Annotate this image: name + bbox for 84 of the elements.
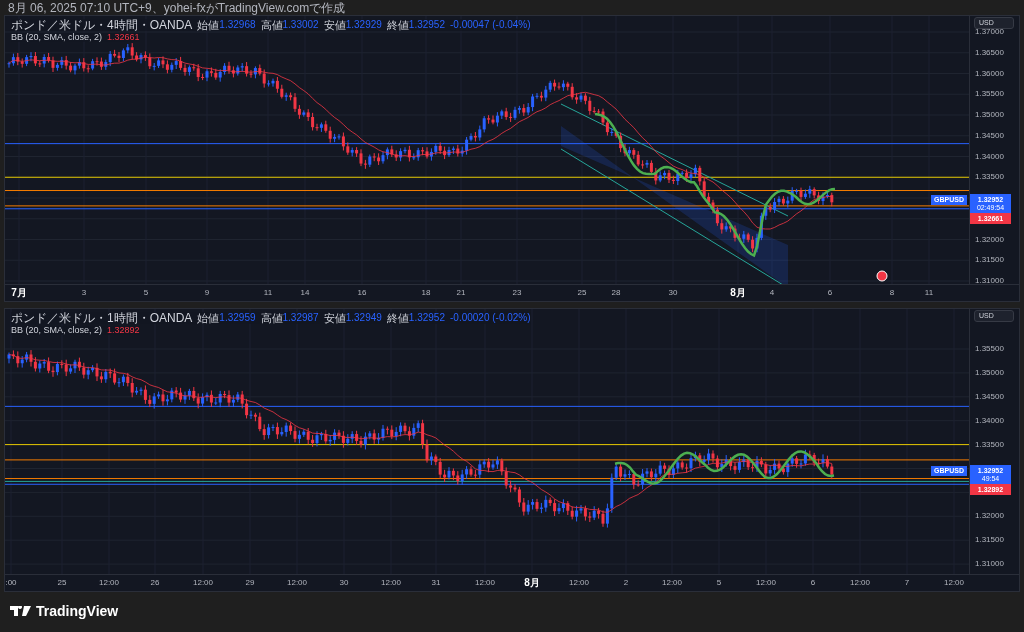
price-label: 1.31000 xyxy=(975,560,1004,569)
time-label: 7月 xyxy=(11,288,27,298)
ohlc-value: 1.32968 xyxy=(219,20,256,30)
ohlc-label: 終値 xyxy=(386,19,409,31)
time-label: 31 xyxy=(431,579,441,587)
ohlc-label: 始値 xyxy=(197,19,220,31)
price-label: 1.34000 xyxy=(975,152,1004,161)
indicator-value: 1.32661 xyxy=(107,33,140,42)
price-change: -0.00020 (-0.02%) xyxy=(450,313,531,323)
price-label: 1.36500 xyxy=(975,48,1004,57)
time-label: 12:00 xyxy=(944,579,964,587)
chart-credit: 8月 06, 2025 07:10 UTC+9、yohei-fxがTradingView.comで作成 xyxy=(8,1,346,14)
price-label: 1.35500 xyxy=(975,345,1004,353)
price-label: 1.31000 xyxy=(975,277,1004,285)
time-label: 28 xyxy=(611,289,621,297)
time-label: 16 xyxy=(357,289,367,297)
logo-text: TradingView xyxy=(36,601,119,621)
time-label: 21 xyxy=(456,289,466,297)
price-label: 1.31500 xyxy=(975,536,1004,545)
time-label: 29 xyxy=(245,579,255,587)
price-label: 1.32000 xyxy=(975,235,1004,244)
time-label: 8月 xyxy=(730,288,746,298)
price-change: -0.00047 (-0.04%) xyxy=(450,20,531,30)
time-label: 30 xyxy=(668,289,678,297)
time-label: 11 xyxy=(924,289,934,297)
ohlc-value: 1.32952 xyxy=(408,313,445,323)
price-label: 1.33500 xyxy=(975,173,1004,182)
price-label: 1.31500 xyxy=(975,256,1004,265)
price-label: 1.35000 xyxy=(975,368,1004,377)
time-label: 4 xyxy=(769,289,775,297)
price-label: 1.33500 xyxy=(975,440,1004,449)
time-label: 12:00 xyxy=(756,579,776,587)
time-label: 12:00 xyxy=(99,579,119,587)
time-label: 25 xyxy=(577,289,587,297)
time-label: :00 xyxy=(5,579,17,587)
time-label: 9 xyxy=(204,289,210,297)
time-label: 5 xyxy=(716,579,722,587)
ohlc-label: 始値 xyxy=(197,312,220,324)
price-label: 1.35500 xyxy=(975,90,1004,99)
time-label: 12:00 xyxy=(381,579,401,587)
symbol-title: ポンド／米ドル・1時間・OANDA xyxy=(11,312,193,324)
ohlc-value: 1.32929 xyxy=(345,20,382,30)
ohlc-label: 終値 xyxy=(386,312,409,324)
time-label: 23 xyxy=(512,289,522,297)
time-label: 11 xyxy=(263,289,273,297)
ohlc-label: 高値 xyxy=(260,19,283,31)
time-label: 8月 xyxy=(524,578,540,588)
ohlc-value: 1.32952 xyxy=(408,20,445,30)
time-label: 12:00 xyxy=(850,579,870,587)
time-label: 12:00 xyxy=(475,579,495,587)
time-label: 2 xyxy=(623,579,629,587)
time-label: 12:00 xyxy=(569,579,589,587)
price-label: 1.36000 xyxy=(975,69,1004,78)
time-label: 7 xyxy=(904,579,910,587)
price-label: 1.34500 xyxy=(975,392,1004,401)
time-label: 5 xyxy=(143,289,149,297)
price-label: 1.34500 xyxy=(975,131,1004,140)
price-label: 1.34000 xyxy=(975,416,1004,425)
time-label: 26 xyxy=(150,579,160,587)
time-label: 30 xyxy=(339,579,349,587)
time-label: 8 xyxy=(889,289,895,297)
ohlc-label: 高値 xyxy=(260,312,283,324)
price-label: 1.32000 xyxy=(975,512,1004,521)
ohlc-value: 1.32959 xyxy=(219,313,256,323)
ohlc-value: 1.32949 xyxy=(345,313,382,323)
time-label: 14 xyxy=(300,289,310,297)
price-label: 1.37000 xyxy=(975,28,1004,36)
indicator-value: 1.32892 xyxy=(107,326,140,335)
indicator-label: BB (20, SMA, close, 2) xyxy=(11,326,103,335)
indicator-label: BB (20, SMA, close, 2) xyxy=(11,33,103,42)
time-label: 12:00 xyxy=(287,579,307,587)
symbol-title: ポンド／米ドル・4時間・OANDA xyxy=(11,19,193,31)
price-label: 1.35000 xyxy=(975,111,1004,119)
ohlc-value: 1.32987 xyxy=(282,313,319,323)
time-label: 25 xyxy=(57,579,67,587)
time-label: 12:00 xyxy=(662,579,682,587)
time-label: 3 xyxy=(81,289,87,297)
time-label: 18 xyxy=(421,289,431,297)
ohlc-label: 安値 xyxy=(323,312,346,324)
time-label: 12:00 xyxy=(193,579,213,587)
ohlc-value: 1.33002 xyxy=(282,20,319,30)
ohlc-label: 安値 xyxy=(323,19,346,31)
time-label: 6 xyxy=(810,579,816,587)
time-label: 6 xyxy=(827,289,833,297)
